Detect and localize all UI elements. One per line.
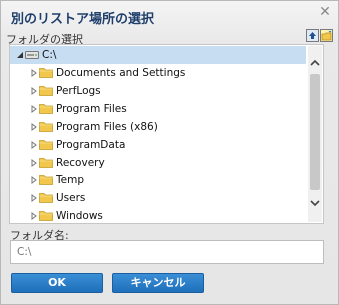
new-folder-icon bbox=[321, 30, 332, 41]
folder-icon bbox=[39, 121, 53, 132]
expand-icon[interactable] bbox=[30, 176, 38, 185]
restore-location-dialog: 別のリストア場所の選択 ✕ フォルダの選択 C:\ Documents and … bbox=[0, 0, 339, 305]
tree-item[interactable]: Recovery bbox=[10, 154, 306, 172]
tree-item[interactable]: Program Files bbox=[10, 100, 306, 118]
tree-item-label: C:\ bbox=[42, 49, 57, 61]
scroll-up-button[interactable] bbox=[308, 56, 322, 70]
tree-item[interactable]: PerfLogs bbox=[10, 82, 306, 100]
folder-icon bbox=[39, 103, 53, 114]
tree-item-label: Program Files (x86) bbox=[56, 120, 158, 133]
tree-item-label: Users bbox=[56, 192, 86, 205]
collapse-icon[interactable] bbox=[16, 51, 24, 59]
tree-item-label: Documents and Settings bbox=[56, 67, 186, 79]
tree-item[interactable]: Documents and Settings bbox=[10, 64, 306, 82]
folder-icon bbox=[39, 139, 53, 150]
cancel-button[interactable]: キャンセル bbox=[112, 273, 204, 293]
scroll-down-button[interactable] bbox=[308, 196, 322, 210]
close-icon[interactable]: ✕ bbox=[318, 5, 332, 19]
tree-item-label: Recovery bbox=[56, 156, 105, 169]
tree-item[interactable]: Program Files (x86) bbox=[10, 118, 306, 136]
folder-icon bbox=[39, 211, 53, 222]
tree-item-label: Program Files bbox=[56, 102, 127, 115]
scroll-thumb[interactable] bbox=[310, 74, 320, 190]
dialog-title: 別のリストア場所の選択 bbox=[11, 12, 155, 27]
tree-item-root[interactable]: C:\ bbox=[10, 46, 306, 64]
expand-icon[interactable] bbox=[30, 194, 38, 203]
tree-scrollbar[interactable] bbox=[308, 46, 322, 222]
folder-icon bbox=[39, 157, 53, 168]
folder-icon bbox=[39, 175, 53, 186]
tree-item[interactable]: Windows bbox=[10, 207, 306, 223]
drive-icon bbox=[25, 51, 39, 59]
arrow-up-icon bbox=[309, 32, 316, 39]
expand-icon[interactable] bbox=[30, 212, 38, 221]
chevron-down-icon bbox=[310, 200, 320, 207]
tree-item[interactable]: Temp bbox=[10, 171, 306, 189]
tree-item-label: Windows bbox=[56, 210, 103, 223]
expand-icon[interactable] bbox=[30, 158, 38, 167]
chevron-up-icon bbox=[310, 59, 320, 66]
expand-icon[interactable] bbox=[30, 86, 38, 95]
folder-icon bbox=[39, 85, 53, 96]
tree-item-label: ProgramData bbox=[56, 138, 126, 151]
ok-button[interactable]: OK bbox=[11, 273, 103, 293]
expand-icon[interactable] bbox=[30, 69, 38, 77]
expand-icon[interactable] bbox=[30, 140, 38, 149]
tree-item-label: Temp bbox=[56, 174, 84, 187]
tree-item-label: PerfLogs bbox=[56, 84, 101, 97]
new-folder-button[interactable] bbox=[320, 29, 333, 42]
folder-tree[interactable]: C:\ Documents and Settings PerfLogs Progra… bbox=[9, 44, 324, 224]
up-folder-button[interactable] bbox=[306, 29, 319, 42]
expand-icon[interactable] bbox=[30, 122, 38, 131]
folder-name-input[interactable] bbox=[10, 240, 324, 264]
folder-icon bbox=[39, 193, 53, 204]
expand-icon[interactable] bbox=[30, 104, 38, 113]
tree-item[interactable]: Users bbox=[10, 189, 306, 207]
folder-icon bbox=[39, 68, 53, 78]
tree-item[interactable]: ProgramData bbox=[10, 136, 306, 154]
